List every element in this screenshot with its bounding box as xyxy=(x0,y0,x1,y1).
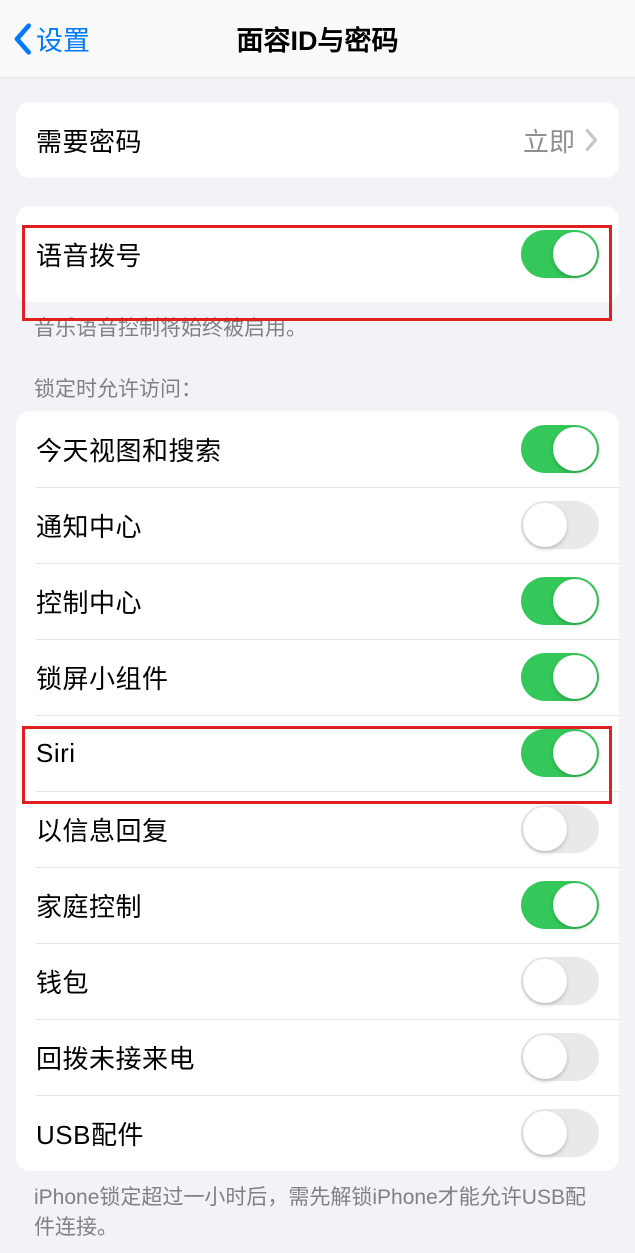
locked-access-row: 钱包 xyxy=(16,943,619,1019)
locked-access-label: Siri xyxy=(36,738,76,769)
page-title: 面容ID与密码 xyxy=(237,19,399,58)
require-passcode-row[interactable]: 需要密码 立即 xyxy=(16,102,619,178)
locked-access-toggle[interactable] xyxy=(521,1033,599,1081)
locked-access-label: USB配件 xyxy=(36,1115,144,1152)
require-passcode-value: 立即 xyxy=(523,122,575,159)
locked-access-row: 通知中心 xyxy=(16,487,619,563)
locked-access-label: 以信息回复 xyxy=(36,811,169,848)
voice-dial-group: 语音拨号 xyxy=(16,206,619,302)
locked-access-label: 钱包 xyxy=(36,963,89,1000)
locked-access-toggle[interactable] xyxy=(521,729,599,777)
locked-access-toggle[interactable] xyxy=(521,957,599,1005)
require-passcode-group: 需要密码 立即 xyxy=(16,102,619,178)
locked-access-toggle[interactable] xyxy=(521,425,599,473)
locked-access-label: 通知中心 xyxy=(36,507,142,544)
locked-access-label: 锁屏小组件 xyxy=(36,659,169,696)
locked-access-label: 回拨未接来电 xyxy=(36,1039,195,1076)
locked-access-label: 控制中心 xyxy=(36,583,142,620)
locked-access-label: 家庭控制 xyxy=(36,887,142,924)
voice-dial-label: 语音拨号 xyxy=(36,236,142,273)
voice-dial-toggle[interactable] xyxy=(521,230,599,278)
back-label: 设置 xyxy=(36,19,90,58)
locked-access-footer: iPhone锁定超过一小时后，需先解锁iPhone才能允许USB配件连接。 xyxy=(34,1183,601,1242)
back-button[interactable]: 设置 xyxy=(8,15,94,62)
locked-access-row: Siri xyxy=(16,715,619,791)
locked-access-toggle[interactable] xyxy=(521,653,599,701)
locked-access-row: 锁屏小组件 xyxy=(16,639,619,715)
locked-access-toggle[interactable] xyxy=(521,1109,599,1157)
locked-access-group: 今天视图和搜索通知中心控制中心锁屏小组件 Siri 以信息回复家庭控制钱包回拨未接来… xyxy=(16,411,619,1171)
locked-access-row: 今天视图和搜索 xyxy=(16,411,619,487)
chevron-left-icon xyxy=(12,22,32,56)
locked-access-toggle[interactable] xyxy=(521,881,599,929)
voice-dial-footer: 音乐语音控制将始终被启用。 xyxy=(34,314,601,343)
require-passcode-label: 需要密码 xyxy=(36,122,142,159)
locked-access-toggle[interactable] xyxy=(521,501,599,549)
locked-access-toggle[interactable] xyxy=(521,577,599,625)
locked-access-label: 今天视图和搜索 xyxy=(36,431,222,468)
locked-access-row: 控制中心 xyxy=(16,563,619,639)
chevron-right-icon xyxy=(585,128,599,152)
locked-access-row: 家庭控制 xyxy=(16,867,619,943)
locked-access-row: USB配件 xyxy=(16,1095,619,1171)
locked-access-header: 锁定时允许访问： xyxy=(34,373,601,403)
navigation-bar: 设置 面容ID与密码 xyxy=(0,0,635,78)
locked-access-toggle[interactable] xyxy=(521,805,599,853)
voice-dial-row: 语音拨号 xyxy=(16,206,619,302)
locked-access-row: 回拨未接来电 xyxy=(16,1019,619,1095)
locked-access-row: 以信息回复 xyxy=(16,791,619,867)
